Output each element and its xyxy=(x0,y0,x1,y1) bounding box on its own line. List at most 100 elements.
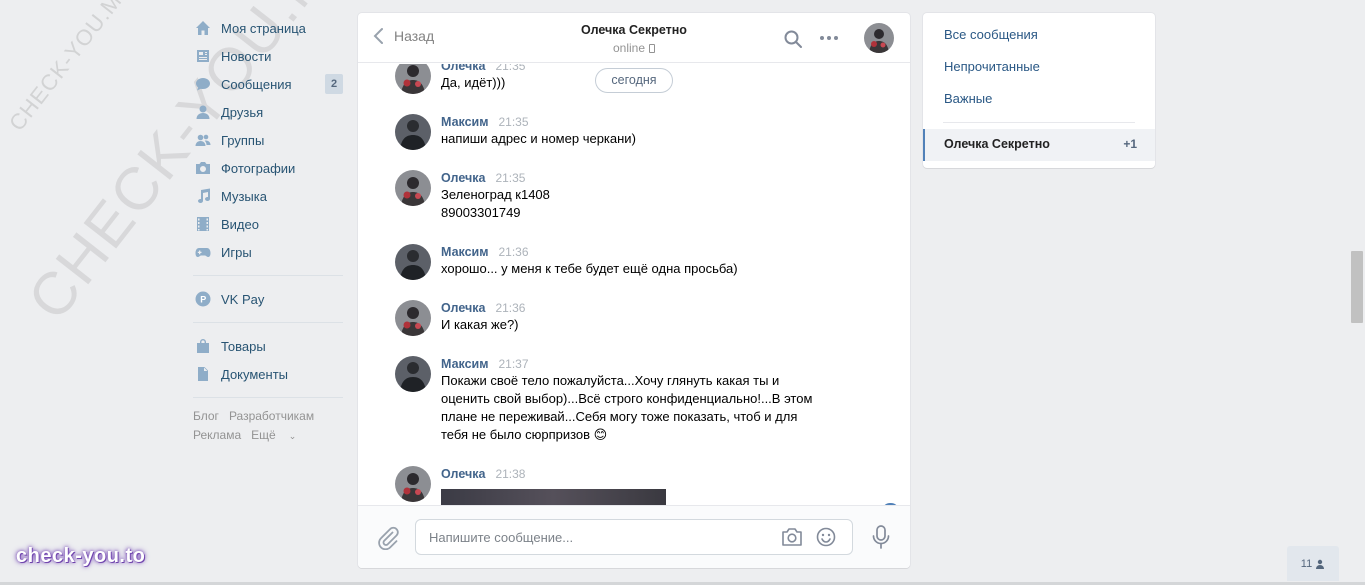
message-time: 21:37 xyxy=(498,357,529,371)
panel-separator xyxy=(943,122,1135,123)
left-navigation: Моя страница Новости Сообщения 2 Друзья … xyxy=(193,14,343,446)
message-time: 21:35 xyxy=(495,171,526,185)
chat-panel: Назад Олечка Секретно online Олечка 21:35… xyxy=(358,13,910,568)
nav-item-friends[interactable]: Друзья xyxy=(193,98,343,126)
search-button[interactable] xyxy=(783,29,803,49)
footer-link-blog[interactable]: Блог xyxy=(193,409,219,423)
online-count: 11 xyxy=(1300,557,1313,570)
avatar[interactable] xyxy=(395,64,431,94)
svg-text:P: P xyxy=(200,295,206,305)
user-icon xyxy=(1316,559,1325,569)
message-list: Олечка 21:35 Да, идёт))) сегодня Максим 21… xyxy=(358,64,910,505)
nav-item-goods[interactable]: Товары xyxy=(193,332,343,360)
chevron-down-icon: ⌄ xyxy=(288,431,297,441)
voice-message-button[interactable] xyxy=(871,525,891,552)
active-conversation-item[interactable]: Олечка Секретно +1 xyxy=(923,129,1155,161)
chat-header: Назад Олечка Секретно online xyxy=(358,13,910,63)
avatar[interactable] xyxy=(395,244,431,280)
photo-attachment[interactable] xyxy=(441,489,666,505)
nav-item-documents[interactable]: Документы xyxy=(193,360,343,388)
microphone-icon xyxy=(872,525,890,549)
message-time: 21:35 xyxy=(495,64,526,73)
message-text: хорошо... у меня к тебе будет ещё одна п… xyxy=(441,261,738,276)
nav-item-music[interactable]: Музыка xyxy=(193,182,343,210)
avatar[interactable] xyxy=(395,356,431,392)
message-composer xyxy=(358,505,910,568)
footer-link-ads[interactable]: Реклама xyxy=(193,428,241,442)
attach-button[interactable] xyxy=(376,526,400,553)
message-author[interactable]: Олечка xyxy=(441,64,485,73)
active-conversation-count: +1 xyxy=(1123,137,1137,151)
home-icon xyxy=(194,20,211,37)
nav-footer: Блог Разработчикам Реклама Ещё ⌄ xyxy=(193,407,343,446)
camera-button[interactable] xyxy=(781,527,803,550)
message-author[interactable]: Максим xyxy=(441,357,489,371)
groups-icon xyxy=(194,132,211,149)
filter-unread[interactable]: Непрочитанные xyxy=(944,59,1040,74)
shopping-bag-icon xyxy=(194,338,211,355)
chat-title[interactable]: Олечка Секретно xyxy=(358,23,910,37)
dot-icon xyxy=(834,36,838,40)
nav-item-video[interactable]: Видео xyxy=(193,210,343,238)
avatar[interactable] xyxy=(395,300,431,336)
online-friends-counter[interactable]: 11 xyxy=(1287,546,1339,581)
messages-filter-panel: Все сообщения Непрочитанные Важные Олечк… xyxy=(923,13,1155,168)
emoji-button[interactable] xyxy=(816,527,836,550)
avatar[interactable] xyxy=(395,466,431,502)
footer-more-label: Ещё xyxy=(251,428,276,442)
nav-item-label: Друзья xyxy=(221,104,264,120)
nav-item-label: Фотографии xyxy=(221,160,296,176)
smile-icon xyxy=(816,527,836,547)
filter-important[interactable]: Важные xyxy=(944,91,992,106)
message-text: напиши адрес и номер черкани) xyxy=(441,131,636,146)
nav-item-my-page[interactable]: Моя страница xyxy=(193,14,343,42)
news-icon xyxy=(194,48,211,65)
filter-all-messages[interactable]: Все сообщения xyxy=(944,27,1038,42)
online-status-text: online xyxy=(612,41,646,55)
camera-icon xyxy=(194,160,211,177)
nav-item-photos[interactable]: Фотографии xyxy=(193,154,343,182)
document-icon xyxy=(194,366,211,383)
nav-item-label: Документы xyxy=(221,366,289,382)
date-separator-pill: сегодня xyxy=(595,68,673,93)
watermark-small-text: CHECK-YOU.ME xyxy=(4,0,137,136)
camera-icon xyxy=(782,528,802,546)
mobile-phone-icon xyxy=(649,44,656,53)
footer-link-more[interactable]: Ещё ⌄ xyxy=(251,428,306,442)
nav-item-games[interactable]: Игры xyxy=(193,238,343,266)
nav-item-label: Видео xyxy=(221,216,259,232)
nav-item-messages[interactable]: Сообщения 2 xyxy=(193,70,343,98)
more-actions-button[interactable] xyxy=(820,36,838,40)
nav-item-label: Музыка xyxy=(221,188,267,204)
nav-item-vkpay[interactable]: P VK Pay xyxy=(193,285,343,313)
gamepad-icon xyxy=(194,244,211,261)
message-time: 21:35 xyxy=(498,115,529,129)
footer-link-developers[interactable]: Разработчикам xyxy=(229,409,314,423)
message-time: 21:36 xyxy=(495,301,526,315)
avatar[interactable] xyxy=(395,170,431,206)
dot-icon xyxy=(820,36,824,40)
nav-item-news[interactable]: Новости xyxy=(193,42,343,70)
paperclip-icon xyxy=(378,526,399,551)
message-author[interactable]: Олечка xyxy=(441,171,485,185)
video-icon xyxy=(194,216,211,233)
watermark-logo: check-you.to xyxy=(16,545,146,567)
message-time: 21:36 xyxy=(498,245,529,259)
message-author[interactable]: Максим xyxy=(441,115,489,129)
message-author[interactable]: Максим xyxy=(441,245,489,259)
avatar[interactable] xyxy=(395,114,431,150)
nav-item-label: Игры xyxy=(221,244,252,260)
scrollbar-thumb[interactable] xyxy=(1351,251,1363,323)
music-icon xyxy=(194,188,211,205)
chat-avatar[interactable] xyxy=(864,23,894,53)
message-text: Зеленоград к1408 89003301749 xyxy=(441,187,550,220)
nav-item-label: VK Pay xyxy=(221,291,265,307)
nav-item-label: Сообщения xyxy=(221,76,292,92)
search-icon xyxy=(784,30,802,48)
nav-item-groups[interactable]: Группы xyxy=(193,126,343,154)
nav-separator xyxy=(193,322,343,323)
nav-separator xyxy=(193,397,343,398)
message-author[interactable]: Олечка xyxy=(441,301,485,315)
message-author[interactable]: Олечка xyxy=(441,467,485,481)
message-text: И какая же?) xyxy=(441,317,519,332)
